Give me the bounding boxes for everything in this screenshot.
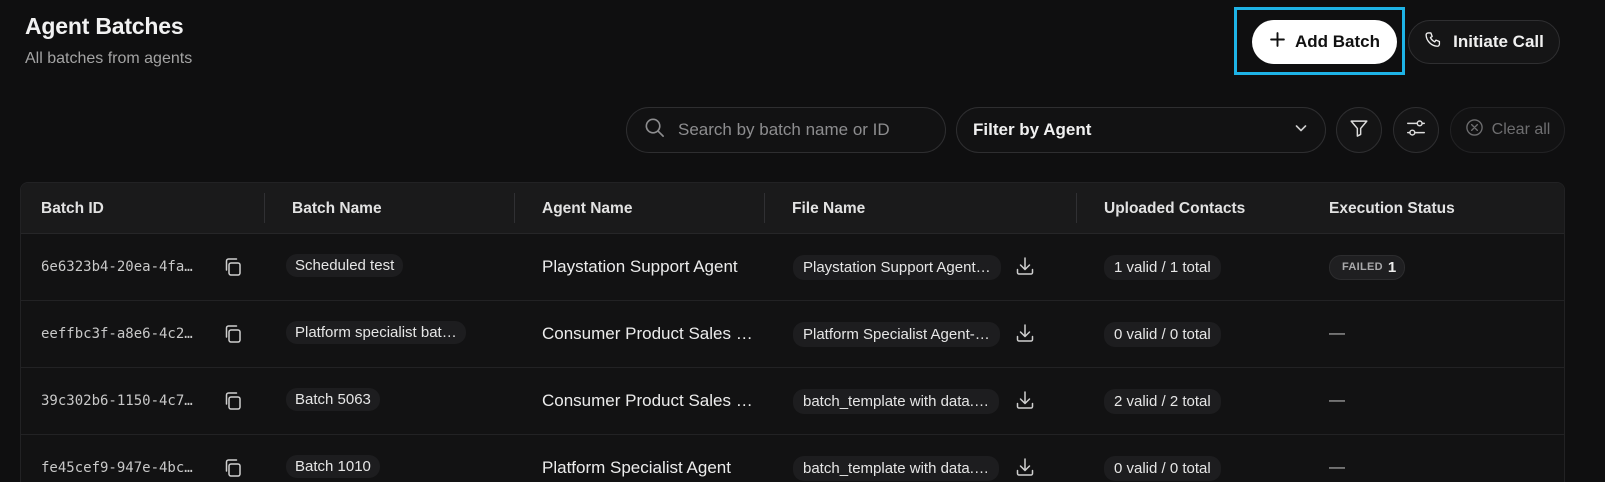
batch-id: 6e6323b4-20ea-4fa… [41,259,193,275]
file-name: Platform Specialist Agent-… [793,321,1000,347]
copy-icon[interactable] [222,323,244,345]
sliders-icon [1405,117,1427,144]
uploaded-contacts: 0 valid / 0 total [1104,321,1221,347]
batches-table: Batch ID Batch Name Agent Name File Name… [20,182,1565,482]
file-name: Playstation Support Agent… [793,254,1001,280]
clear-all-label: Clear all [1491,121,1551,138]
table-row[interactable]: fe45cef9-947e-4bc… Batch 1010 Platform S… [21,435,1564,482]
column-header-batch-name[interactable]: Batch Name [292,183,382,234]
settings-button[interactable] [1393,107,1439,153]
chevron-down-icon [1294,120,1308,140]
column-header-agent-name[interactable]: Agent Name [542,183,632,234]
download-icon[interactable] [1014,255,1036,277]
agent-name: Platform Specialist Agent [542,458,731,477]
clear-all-button[interactable]: Clear all [1450,107,1565,153]
table-row[interactable]: eeffbc3f-a8e6-4c2… Platform specialist b… [21,301,1564,368]
status-count: 1 [1387,258,1397,276]
status-empty: — [1329,325,1345,342]
add-batch-label: Add Batch [1295,32,1380,51]
uploaded-contacts: 2 valid / 2 total [1104,388,1221,414]
column-divider [1076,193,1077,223]
status-empty: — [1329,392,1345,409]
agent-name: Consumer Product Sales … [542,391,753,410]
download-icon[interactable] [1014,456,1036,478]
initiate-call-label: Initiate Call [1453,32,1544,51]
phone-icon [1424,30,1444,55]
table-header: Batch ID Batch Name Agent Name File Name… [21,183,1564,234]
funnel-icon [1348,117,1370,144]
search-icon [643,116,666,144]
column-header-file-name[interactable]: File Name [792,183,865,234]
column-divider [764,193,765,223]
column-header-uploaded-contacts[interactable]: Uploaded Contacts [1104,183,1245,234]
table-row[interactable]: 39c302b6-1150-4c7… Batch 5063 Consumer P… [21,368,1564,435]
download-icon[interactable] [1014,389,1036,411]
batch-id: fe45cef9-947e-4bc… [41,460,193,476]
search-box[interactable] [626,107,946,153]
page-title: Agent Batches [25,13,184,39]
batch-name: Scheduled test [286,254,404,277]
uploaded-contacts: 0 valid / 0 total [1104,455,1221,481]
agent-name: Consumer Product Sales … [542,324,753,343]
search-input[interactable] [678,120,938,140]
column-divider [264,193,265,223]
status-empty: — [1329,459,1345,476]
add-batch-button[interactable]: Add Batch [1252,20,1397,64]
status-badge: FAILED 1 [1329,254,1406,280]
agent-name: Playstation Support Agent [542,257,738,276]
batch-id: eeffbc3f-a8e6-4c2… [41,326,193,342]
batch-name: Batch 1010 [286,455,380,478]
copy-icon[interactable] [222,256,244,278]
column-header-execution-status[interactable]: Execution Status [1329,183,1455,234]
initiate-call-button[interactable]: Initiate Call [1408,20,1560,64]
page-subtitle: All batches from agents [25,50,193,67]
batch-id: 39c302b6-1150-4c7… [41,393,193,409]
copy-icon[interactable] [222,390,244,412]
x-circle-icon [1465,118,1484,142]
filter-by-agent-label: Filter by Agent [973,120,1092,139]
file-name: batch_template with data.… [793,388,999,414]
uploaded-contacts: 1 valid / 1 total [1104,254,1221,280]
status-label: FAILED [1342,261,1383,273]
column-divider [514,193,515,223]
batch-name: Platform specialist bat… [286,321,466,344]
download-icon[interactable] [1014,322,1036,344]
batch-name: Batch 5063 [286,388,380,411]
table-row[interactable]: 6e6323b4-20ea-4fa… Scheduled test Playst… [21,234,1564,301]
plus-icon [1269,31,1286,53]
filter-by-agent-select[interactable]: Filter by Agent [956,107,1326,153]
copy-icon[interactable] [222,457,244,479]
filter-button[interactable] [1336,107,1382,153]
column-header-batch-id[interactable]: Batch ID [41,183,104,234]
file-name: batch_template with data.… [793,455,999,481]
